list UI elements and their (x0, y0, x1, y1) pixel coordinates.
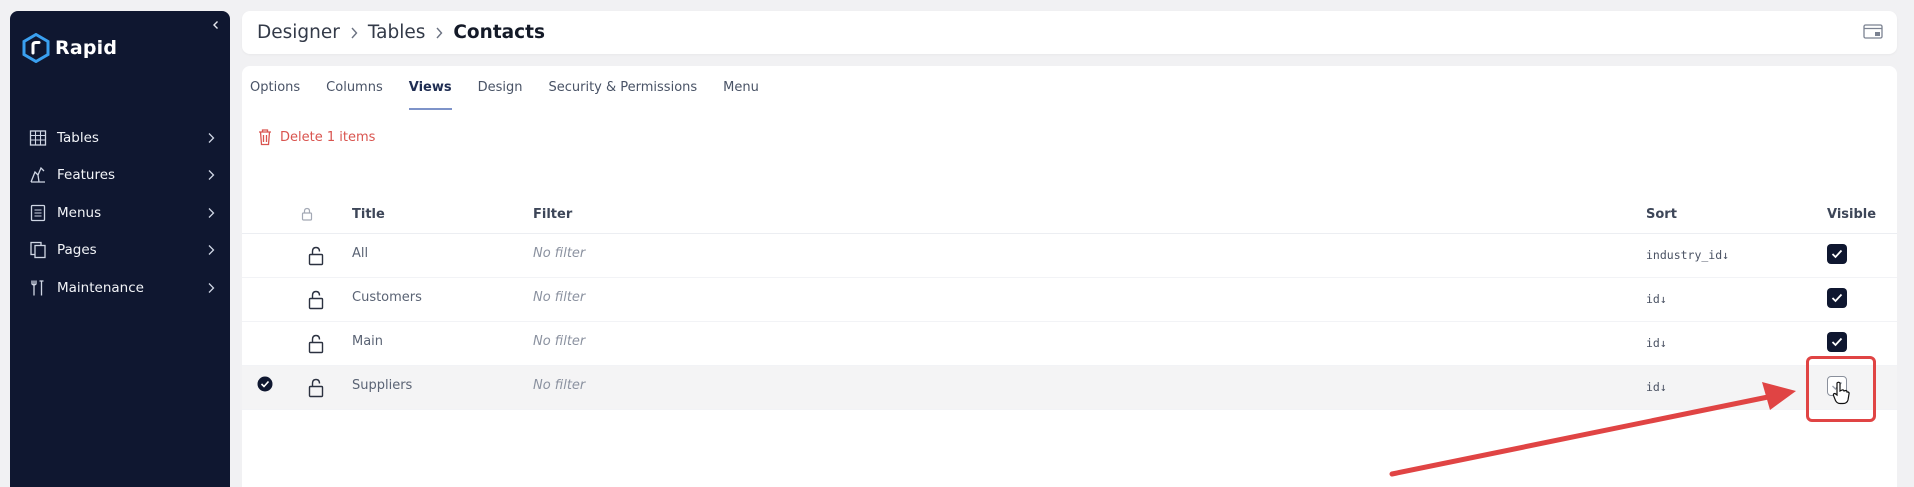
check-icon (1831, 293, 1843, 303)
tab-columns[interactable]: Columns (326, 66, 383, 110)
tab-bar: Options Columns Views Design Security & … (250, 66, 785, 110)
table-row[interactable]: Suppliers No filter id↓ (242, 366, 1897, 410)
row-sort: industry_id↓ (1646, 248, 1730, 262)
chevron-left-icon (213, 21, 218, 29)
tab-menu[interactable]: Menu (723, 66, 759, 110)
main-panel: Options Columns Views Design Security & … (242, 66, 1897, 487)
delete-items-label: Delete 1 items (280, 129, 376, 145)
chevron-right-icon (204, 168, 218, 182)
pages-icon (28, 240, 48, 260)
chevron-right-icon (204, 243, 218, 257)
breadcrumb-tables[interactable]: Tables (368, 22, 425, 43)
lock-icon[interactable] (308, 290, 324, 310)
sidebar-item-pages[interactable]: Pages (10, 232, 230, 270)
breadcrumb: Designer Tables Contacts (257, 11, 545, 54)
hand-cursor-icon (1832, 381, 1850, 405)
table-row[interactable]: Customers No filter id↓ (242, 278, 1897, 322)
row-title: Customers (352, 290, 422, 305)
table-row[interactable]: All No filter industry_id↓ (242, 234, 1897, 278)
toggle-panel-button[interactable] (1863, 23, 1883, 41)
features-icon (28, 165, 48, 185)
column-title[interactable]: Title (352, 207, 385, 222)
sidebar-item-label: Tables (57, 129, 99, 146)
tab-views[interactable]: Views (408, 66, 452, 110)
sidebar-item-label: Maintenance (57, 279, 144, 296)
lock-icon (301, 207, 313, 221)
lock-icon[interactable] (308, 334, 324, 354)
page-header: Designer Tables Contacts (242, 11, 1897, 54)
chevron-right-icon (349, 26, 359, 40)
row-sort: id↓ (1646, 292, 1667, 306)
row-title: Suppliers (352, 378, 413, 393)
row-filter: No filter (533, 290, 586, 305)
check-icon (1831, 337, 1843, 347)
column-filter[interactable]: Filter (533, 207, 572, 222)
chevron-right-icon (434, 26, 444, 40)
row-title: Main (352, 334, 384, 349)
check-icon (1831, 249, 1843, 259)
visible-checkbox[interactable] (1827, 244, 1847, 264)
lock-icon[interactable] (308, 246, 324, 266)
maintenance-icon (28, 278, 48, 298)
row-selected-check-icon[interactable] (257, 376, 273, 392)
trash-icon (259, 129, 271, 146)
visible-checkbox[interactable] (1827, 332, 1847, 352)
delete-items-button[interactable]: Delete 1 items (257, 128, 375, 146)
sidebar-item-label: Features (57, 167, 116, 184)
lock-icon[interactable] (308, 378, 324, 398)
views-table: Title Filter Sort Visible All No filter … (242, 194, 1897, 410)
breadcrumb-current: Contacts (453, 22, 545, 43)
column-visible[interactable]: Visible (1827, 207, 1876, 222)
row-sort: id↓ (1646, 336, 1667, 350)
sidebar-item-features[interactable]: Features (10, 157, 230, 195)
chevron-right-icon (204, 206, 218, 220)
brand-logo[interactable]: Rapid (22, 33, 117, 63)
panel-icon (1863, 24, 1883, 39)
brand-name: Rapid (55, 37, 118, 59)
visible-checkbox[interactable] (1827, 288, 1847, 308)
chevron-right-icon (204, 281, 218, 295)
row-sort: id↓ (1646, 380, 1667, 394)
row-filter: No filter (533, 334, 586, 349)
column-sort[interactable]: Sort (1646, 207, 1677, 222)
menu-icon (28, 203, 48, 223)
table-header: Title Filter Sort Visible (242, 194, 1897, 234)
rapid-logo-icon (22, 33, 50, 63)
row-filter: No filter (533, 378, 586, 393)
sidebar-nav: Tables Features Menus Pages Maintenance (10, 119, 230, 307)
collapse-sidebar-button[interactable] (208, 17, 224, 33)
row-title: All (352, 246, 369, 261)
table-row[interactable]: Main No filter id↓ (242, 322, 1897, 366)
tab-options[interactable]: Options (250, 66, 300, 110)
sidebar-item-label: Menus (57, 204, 102, 221)
chevron-right-icon (204, 131, 218, 145)
table-icon (28, 128, 48, 148)
tab-security-permissions[interactable]: Security & Permissions (548, 66, 697, 110)
row-filter: No filter (533, 246, 586, 261)
sidebar: Rapid Tables Features Menus Pages Mainte… (10, 11, 230, 487)
tab-design[interactable]: Design (478, 66, 523, 110)
sidebar-item-menus[interactable]: Menus (10, 194, 230, 232)
sidebar-item-tables[interactable]: Tables (10, 119, 230, 157)
sidebar-item-maintenance[interactable]: Maintenance (10, 269, 230, 307)
breadcrumb-designer[interactable]: Designer (257, 22, 340, 43)
sidebar-item-label: Pages (57, 242, 97, 259)
